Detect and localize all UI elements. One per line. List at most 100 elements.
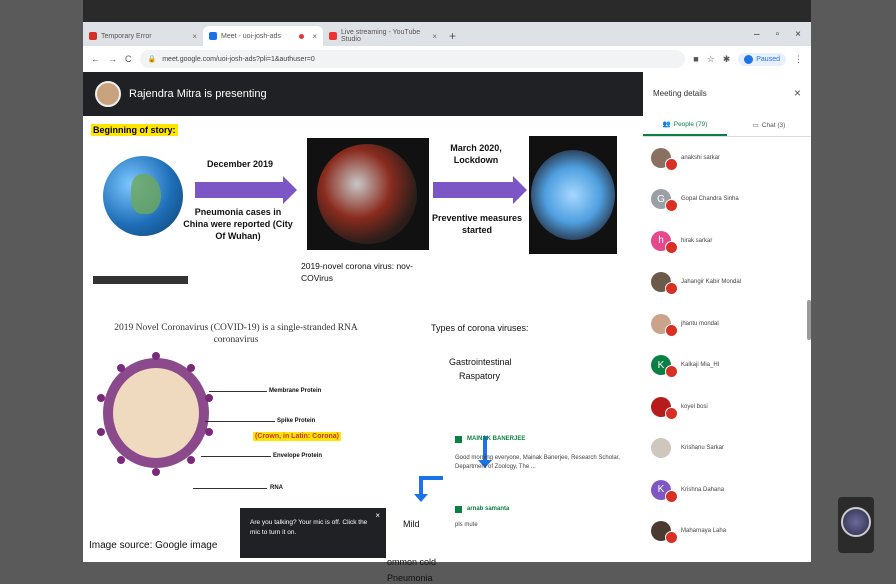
star-icon[interactable]: ☆	[707, 54, 715, 65]
bend-arrow-icon	[414, 476, 428, 502]
mic-off-icon	[665, 365, 678, 379]
url-text: meet.google.com/uoi-josh-ads?pli=1&authu…	[162, 55, 315, 63]
rna-label: RNA	[270, 485, 283, 491]
close-tab-icon[interactable]: ×	[192, 32, 197, 41]
profile-button[interactable]: Paused	[738, 52, 786, 66]
tab-chat[interactable]: ▭ Chat (3)	[727, 114, 811, 136]
participant-name: Krishna Dahana	[681, 486, 725, 493]
address-bar-row: ← → C 🔒 meet.google.com/uoi-josh-ads?pli…	[83, 46, 811, 72]
image-caption-bar	[93, 276, 188, 284]
puzzle-icon[interactable]: ✱	[723, 54, 731, 65]
list-item[interactable]: Krishanu Sarkar	[651, 428, 803, 470]
label-line	[209, 391, 267, 392]
close-icon[interactable]: ×	[375, 511, 380, 521]
list-item[interactable]: jhantu mondal	[651, 303, 803, 345]
tab-label: Temporary Error	[101, 32, 152, 40]
participant-name: Gopal Chandra Sinha	[681, 196, 739, 203]
arrow2-top-text: March 2020, Lockdown	[450, 143, 502, 165]
earth-image	[103, 156, 183, 236]
mic-off-icon	[665, 240, 678, 254]
participant-name: hirak sarkar	[681, 237, 713, 244]
seal-icon	[841, 507, 871, 537]
window-top-strip	[83, 0, 811, 22]
mic-off-icon	[665, 282, 678, 296]
list-item[interactable]: Jahangir Kabir Mondal	[651, 262, 803, 304]
envelope-label: Envelope Protein	[273, 453, 323, 459]
chat-icon	[455, 436, 462, 443]
institution-logo	[838, 497, 874, 553]
crown-label: (Crown, in Latin: Corona)	[253, 432, 341, 441]
paused-label: Paused	[756, 55, 780, 63]
arrow2-bottom-text: Preventive measures started	[431, 213, 523, 235]
participant-name: Jahangir Kabir Mondal	[681, 279, 742, 286]
participant-list: anakshi sarkar G Gopal Chandra Sinha h hir…	[643, 137, 811, 552]
close-window-button[interactable]: ×	[795, 24, 801, 46]
extension-icon[interactable]: ■	[693, 54, 698, 64]
people-icon: 👥	[662, 121, 671, 128]
reload-icon[interactable]: C	[125, 54, 132, 64]
masked-globe-image	[529, 136, 617, 254]
scrollbar[interactable]	[807, 300, 811, 340]
chat-message-sender: MAINAK BANERJEE	[467, 436, 526, 442]
forward-icon[interactable]: →	[108, 54, 117, 64]
participant-name: Maharnaya Laha	[681, 528, 727, 535]
menu-icon[interactable]: ⋮	[794, 54, 803, 65]
mic-off-icon	[665, 406, 678, 420]
list-item[interactable]: Maharnaya Laha	[651, 511, 803, 553]
list-item[interactable]: K Krishna Dahana	[651, 469, 803, 511]
list-item[interactable]: koyel bosi	[651, 386, 803, 428]
panel-tabs: 👥 People (79) ▭ Chat (3)	[643, 114, 811, 137]
back-icon[interactable]: ←	[91, 54, 100, 64]
tab-label: People (79)	[673, 120, 708, 128]
avatar: h	[651, 230, 678, 254]
chat-icon	[455, 506, 462, 513]
common-cold-text: ommon cold	[387, 557, 437, 567]
panel-title: Meeting details	[653, 88, 707, 98]
chat-message-text: Good morning everyone, Mainak Banerjee, …	[455, 455, 621, 470]
close-icon[interactable]: ×	[794, 86, 801, 100]
tab-meet[interactable]: Meet - uoi-josh-ads ×	[203, 26, 323, 46]
tab-label: Meet - uoi-josh-ads	[221, 32, 281, 40]
virus-caption: 2019-novel corona virus: nov-COVirus	[301, 261, 413, 283]
avatar: G	[651, 189, 678, 213]
tab-label: Live streaming - YouTube Studio	[341, 29, 421, 43]
pneumonia-text: Pneumonia	[387, 573, 433, 583]
mild-text: Mild	[403, 519, 420, 529]
chat-icon: ▭	[752, 122, 759, 129]
avatar	[651, 313, 678, 337]
tab-people[interactable]: 👥 People (79)	[643, 114, 727, 136]
gmail-icon	[89, 32, 97, 40]
recording-dot-icon	[299, 33, 305, 39]
participant-name: anakshi sarkar	[681, 154, 721, 161]
types-title: Types of corona viruses:	[431, 323, 529, 333]
avatar	[651, 521, 678, 545]
tab-label: Chat (3)	[761, 121, 786, 129]
participant-name: jhantu mondal	[681, 320, 719, 327]
maximize-button[interactable]: ▫	[776, 24, 780, 46]
avatar	[651, 272, 678, 296]
list-item[interactable]: h hirak sarkar	[651, 220, 803, 262]
gastro-text: Gastrointestinal	[449, 357, 512, 367]
mic-off-icon	[665, 199, 678, 213]
list-item[interactable]: anakshi sarkar	[651, 137, 803, 179]
participant-name: koyel bosi	[681, 403, 708, 410]
right-arrow-icon	[433, 176, 527, 204]
mic-off-icon	[665, 489, 678, 503]
slide-highlight-title: Beginning of story:	[91, 124, 178, 136]
tab-temporary-error[interactable]: Temporary Error ×	[83, 26, 203, 46]
close-tab-icon[interactable]: ×	[432, 32, 437, 41]
coronavirus-diagram	[97, 352, 213, 476]
image-source-text: Image source: Google image	[89, 540, 218, 551]
close-tab-icon[interactable]: ×	[312, 32, 317, 41]
new-tab-button[interactable]: +	[443, 26, 462, 46]
minimize-button[interactable]: –	[754, 24, 760, 46]
chat-message-text: pls mute	[455, 522, 478, 528]
avatar: K	[651, 479, 678, 503]
presentation-stage: Rajendra Mitra is presenting Beginning o…	[83, 72, 643, 583]
mic-off-icon	[665, 157, 678, 171]
list-item[interactable]: K Kalkaji Mia_HI	[651, 345, 803, 387]
label-line	[193, 488, 267, 489]
tab-youtube-studio[interactable]: Live streaming - YouTube Studio ×	[323, 26, 443, 46]
url-field[interactable]: 🔒 meet.google.com/uoi-josh-ads?pli=1&aut…	[139, 50, 686, 68]
list-item[interactable]: G Gopal Chandra Sinha	[651, 179, 803, 221]
